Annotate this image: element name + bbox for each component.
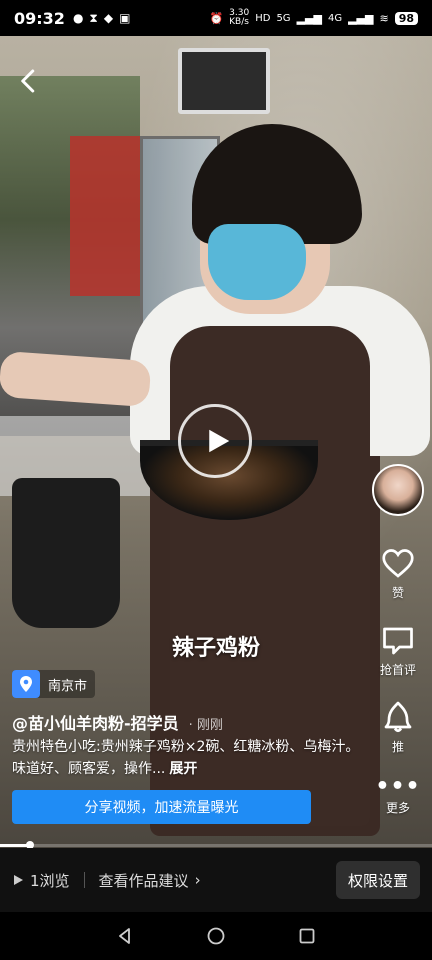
hourglass-icon: ⧗	[89, 10, 98, 25]
suggestion-text: 查看作品建议	[98, 871, 189, 890]
video-progress-bar[interactable]	[0, 841, 432, 849]
author-avatar[interactable]	[372, 464, 424, 516]
right-action-rail: 赞 抢首评 推 ••• 更多	[372, 464, 424, 838]
more-button[interactable]: ••• 更多	[375, 774, 421, 816]
author-line: @苗小仙羊肉粉-招学员 · 刚刚	[12, 710, 223, 734]
comment-label: 抢首评	[379, 663, 416, 677]
video-caption: 辣子鸡粉	[171, 636, 260, 661]
divider	[83, 872, 85, 888]
post-description: 贵州特色小吃:贵州辣子鸡粉×2碗、红糖冰粉、乌梅汁。 味道好、顾客爱，操作...…	[12, 736, 362, 780]
back-button[interactable]	[14, 66, 44, 96]
system-nav-bar	[0, 912, 432, 960]
play-button[interactable]	[178, 404, 252, 478]
person-mask	[208, 224, 306, 300]
location-chip[interactable]: 南京市	[12, 670, 96, 698]
wifi-icon: ≋	[379, 11, 389, 25]
location-text: 南京市	[48, 678, 88, 694]
nav-back-icon[interactable]	[115, 926, 135, 946]
bell-icon	[384, 701, 412, 733]
signal-4g: 4G	[327, 12, 343, 24]
author-name[interactable]: @苗小仙羊肉粉-招学员	[12, 710, 179, 734]
more-label: 更多	[385, 801, 410, 815]
views-text: 1浏览	[30, 871, 70, 890]
battery-indicator: 98	[394, 11, 418, 25]
status-time: 09:32	[14, 8, 65, 28]
play-icon	[208, 429, 229, 453]
location-pin-icon	[12, 670, 40, 698]
nav-recents-icon[interactable]	[297, 926, 317, 946]
status-right: ⏰ 3.30 KB/s HD 5G ▂▄▆ 4G ▂▄▆ ≋ 98	[209, 9, 418, 27]
like-label: 赞	[391, 586, 404, 600]
work-suggestion-link[interactable]: 查看作品建议 ›	[99, 870, 201, 891]
share-video-button[interactable]: 分享视频，加速流量曝光	[12, 790, 311, 824]
post-time: · 刚刚	[188, 718, 223, 733]
play-small-icon	[14, 875, 23, 885]
chevron-right-icon: ›	[194, 871, 201, 889]
status-bar: 09:32 ● ⧗ ◆ ▣ ⏰ 3.30 KB/s HD 5G ▂▄▆ 4G ▂…	[0, 0, 432, 36]
hd-badge: HD	[255, 12, 271, 24]
chat-icon: ●	[72, 10, 84, 25]
comment-button[interactable]: 抢首评	[380, 623, 416, 678]
like-button[interactable]: 赞	[380, 546, 416, 601]
status-notification-icons: ● ⧗ ◆ ▣	[73, 11, 131, 26]
signal-bars-icon-2: ▂▄▆	[348, 11, 374, 25]
recommend-button[interactable]: 推	[380, 700, 416, 755]
comment-icon	[383, 627, 413, 655]
signal-bars-icon: ▂▄▆	[296, 11, 322, 25]
views-count[interactable]: 1浏览	[12, 870, 70, 891]
bottom-info-bar: 1浏览 查看作品建议 › 权限设置	[0, 848, 432, 912]
expand-link[interactable]: 展开	[169, 761, 197, 777]
network-speed: 3.30 KB/s	[229, 8, 250, 27]
background-pot	[12, 478, 120, 628]
permission-settings-button[interactable]: 权限设置	[335, 861, 420, 899]
signal-5g: 5G	[276, 12, 291, 24]
more-dots-icon: •••	[375, 774, 421, 799]
qq-icon: ◆	[103, 10, 114, 25]
heart-icon	[382, 549, 414, 578]
nav-home-icon[interactable]	[206, 926, 226, 946]
recommend-label: 推	[391, 740, 404, 754]
background-red-board	[70, 136, 140, 296]
app-icon: ▣	[119, 10, 131, 25]
alarm-icon: ⏰	[209, 11, 224, 25]
background-tv	[178, 48, 270, 114]
back-arrow-icon	[21, 69, 35, 93]
